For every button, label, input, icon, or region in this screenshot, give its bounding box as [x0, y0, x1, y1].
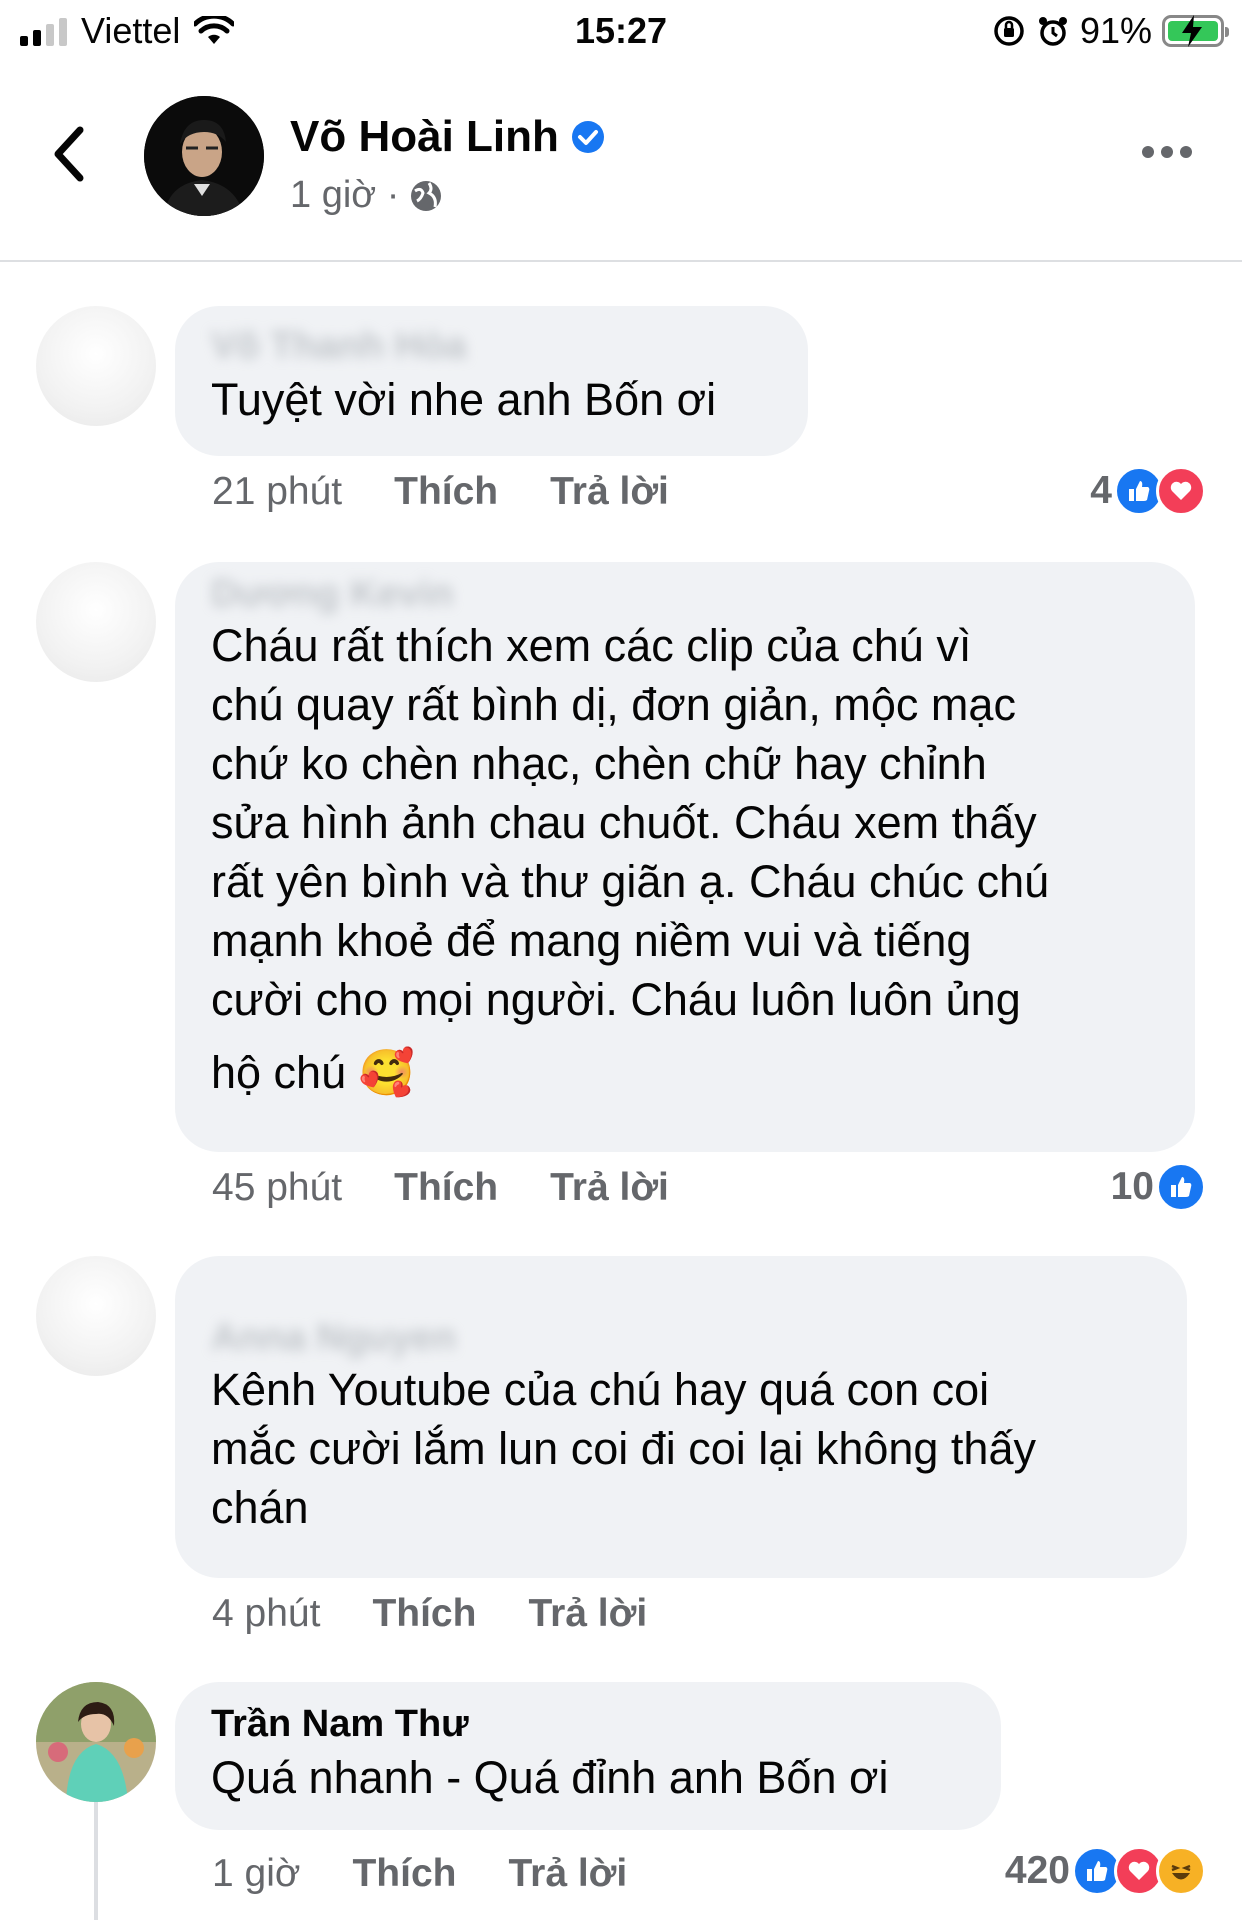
comment-line: rất yên bình và thư giãn ạ. Cháu chúc ch… [211, 856, 1050, 907]
globe-icon [411, 180, 442, 211]
commenter-avatar[interactable] [36, 306, 156, 426]
like-button[interactable]: Thích [372, 1592, 476, 1636]
reaction-summary[interactable]: 10 [1111, 1162, 1206, 1212]
like-reaction-icon [1156, 1162, 1206, 1212]
reply-button[interactable]: Trả lời [508, 1852, 627, 1896]
like-button[interactable]: Thích [394, 470, 498, 514]
more-dots-icon [1142, 146, 1154, 158]
comment-text: Tuyệt vời nhe anh Bốn ơi [211, 370, 772, 429]
comment-line: chán [211, 1482, 309, 1533]
like-button[interactable]: Thích [394, 1166, 498, 1210]
reply-button[interactable]: Trả lời [550, 1166, 669, 1210]
comment-actions: 4 phút Thích Trả lời [212, 1592, 647, 1636]
commenter-avatar[interactable] [36, 562, 156, 682]
reply-thread-line [94, 1800, 98, 1920]
comment-line: mạnh khoẻ để mang niềm vui và tiếng [211, 915, 972, 966]
author-name-blurred: Anna Nguyen [211, 1316, 456, 1359]
comment-text: Kênh Youtube của chú hay quá con coi mắc… [211, 1360, 1151, 1537]
comment-line: mắc cười lắm lun coi đi coi lại không th… [211, 1423, 1036, 1474]
comment-time: 45 phút [212, 1166, 343, 1209]
reaction-count: 4 [1090, 469, 1112, 512]
like-button[interactable]: Thích [352, 1852, 456, 1896]
comment-line: Tuyệt vời nhe anh Bốn ơi [211, 374, 717, 425]
post-meta: 1 giờ · [290, 174, 443, 217]
author-name-blurred: Võ Thanh Hòa [211, 324, 467, 367]
comment-time: 4 phút [212, 1592, 321, 1635]
comment-text: Cháu rất thích xem các clip của chú vì c… [211, 616, 1159, 1102]
comment-bubble[interactable]: Dương Kevin Cháu rất thích xem các clip … [175, 562, 1195, 1152]
reply-button[interactable]: Trả lời [528, 1592, 647, 1636]
reaction-summary[interactable]: 420 [1005, 1846, 1206, 1896]
comment-line: Kênh Youtube của chú hay quá con coi [211, 1364, 990, 1415]
author-name-blurred: Dương Kevin [211, 572, 454, 615]
comment-line: Cháu rất thích xem các clip của chú vì [211, 620, 972, 671]
comment-line: chú quay rất bình dị, đơn giản, mộc mạc [211, 679, 1016, 730]
alarm-icon [1038, 17, 1067, 46]
status-right: 91% [992, 10, 1229, 52]
status-bar: Viettel 15:27 91% [0, 0, 1242, 62]
post-header: Võ Hoài Linh 1 giờ · [0, 62, 1242, 262]
battery-icon [1162, 15, 1229, 47]
post-time: 1 giờ · [290, 174, 400, 216]
comment-line: hộ chú 🥰 [211, 1047, 415, 1098]
comment-bubble[interactable]: Trần Nam Thư Quá nhanh - Quá đỉnh anh Bố… [175, 1682, 1001, 1830]
battery-percentage: 91% [1079, 10, 1152, 51]
comment-line: Quá nhanh - Quá đỉnh anh Bốn ơi [211, 1752, 889, 1803]
comment-line: cười cho mọi người. Cháu luôn luôn ủng [211, 974, 1021, 1025]
comment-time: 1 giờ [212, 1852, 301, 1895]
page-name[interactable]: Võ Hoài Linh [290, 112, 605, 162]
comment-actions: 21 phút Thích Trả lời [212, 470, 669, 514]
comment-line: sửa hình ảnh chau chuốt. Cháu xem thấy [211, 797, 1037, 848]
reaction-count: 420 [1004, 1849, 1070, 1892]
comment-time: 21 phút [212, 470, 343, 513]
commenter-avatar[interactable] [36, 1256, 156, 1376]
comment-text: Quá nhanh - Quá đỉnh anh Bốn ơi [211, 1748, 965, 1807]
more-options-button[interactable] [1142, 146, 1192, 158]
page-avatar[interactable] [144, 96, 264, 216]
love-reaction-icon [1156, 466, 1206, 516]
reaction-count: 10 [1110, 1165, 1154, 1208]
comment-bubble[interactable]: Võ Thanh Hòa Tuyệt vời nhe anh Bốn ơi [175, 306, 808, 456]
haha-reaction-icon [1156, 1846, 1206, 1896]
comment-author[interactable]: Trần Nam Thư [211, 1700, 965, 1748]
comment-actions: 45 phút Thích Trả lời [212, 1166, 669, 1210]
reaction-summary[interactable]: 4 [1090, 466, 1206, 516]
page-name-text[interactable]: Võ Hoài Linh [290, 112, 559, 162]
comment-actions: 1 giờ Thích Trả lời [212, 1852, 627, 1896]
commenter-avatar[interactable] [36, 1682, 156, 1802]
back-chevron-icon[interactable] [48, 124, 88, 184]
verified-badge-icon [571, 121, 604, 153]
orientation-lock-icon [994, 16, 1024, 46]
reply-button[interactable]: Trả lời [550, 470, 669, 514]
comment-bubble[interactable]: Anna Nguyen Kênh Youtube của chú hay quá… [175, 1256, 1187, 1578]
comment-line: chứ ko chèn nhạc, chèn chữ hay chỉnh [211, 738, 987, 789]
